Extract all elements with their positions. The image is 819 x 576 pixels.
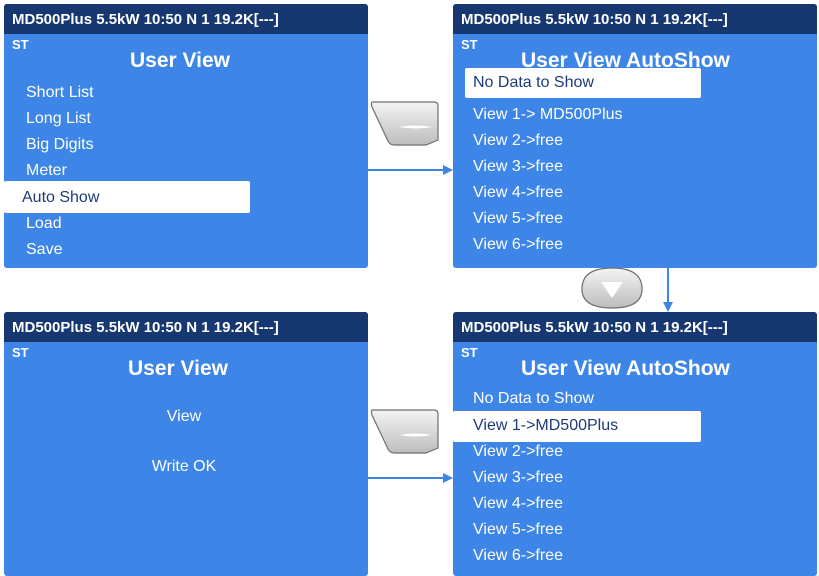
down-arrow-key-icon xyxy=(581,267,643,309)
enter-key-icon xyxy=(370,101,439,146)
flow-connectors xyxy=(368,101,673,483)
enter-key-icon xyxy=(370,409,439,454)
